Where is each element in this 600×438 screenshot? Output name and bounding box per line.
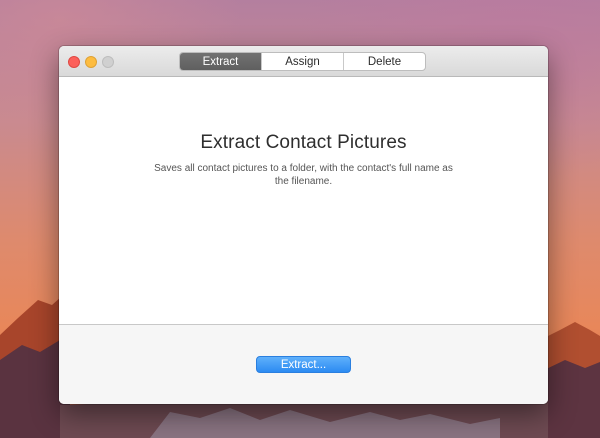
page-description: Saves all contact pictures to a folder, … (154, 163, 453, 187)
zoom-window-icon[interactable] (102, 56, 114, 68)
main-panel: Extract Contact Pictures Saves all conta… (59, 78, 548, 324)
minimize-window-icon[interactable] (85, 56, 97, 68)
action-bar: Extract... (59, 324, 548, 404)
tab-extract[interactable]: Extract (180, 53, 261, 70)
extract-button[interactable]: Extract... (256, 356, 351, 373)
title-bar[interactable]: Extract Assign Delete (59, 46, 548, 77)
close-window-icon[interactable] (68, 56, 80, 68)
tab-delete[interactable]: Delete (343, 53, 425, 70)
mountain-right-shadow (540, 360, 600, 438)
page-title: Extract Contact Pictures (200, 132, 407, 153)
mode-segmented-control: Extract Assign Delete (179, 52, 426, 71)
tab-assign[interactable]: Assign (261, 53, 343, 70)
app-window: Extract Assign Delete Extract Contact Pi… (59, 46, 548, 404)
